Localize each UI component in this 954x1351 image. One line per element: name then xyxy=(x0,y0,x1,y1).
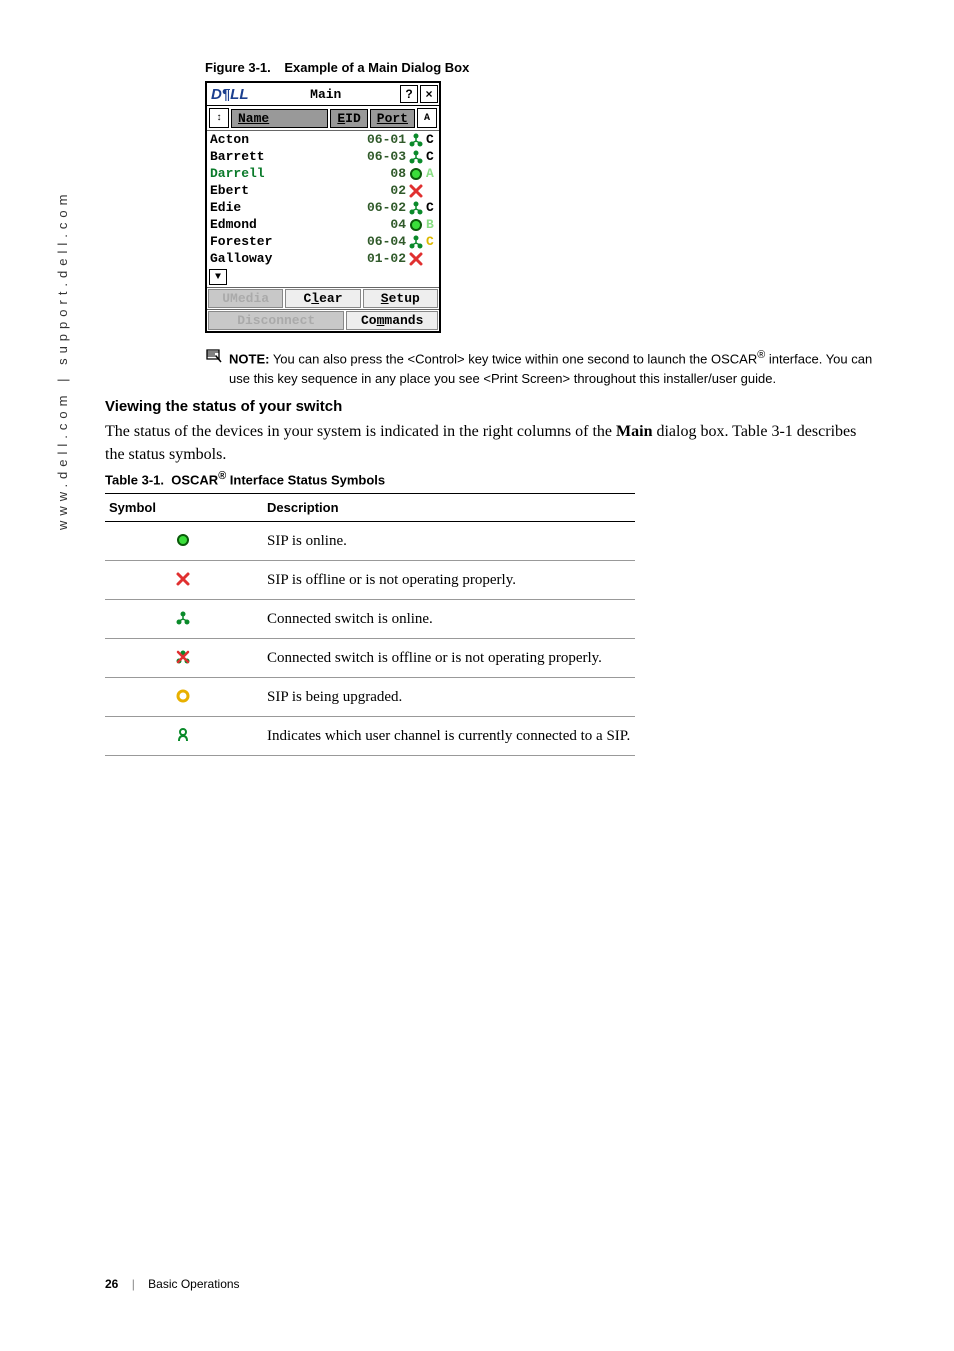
channel-letter: C xyxy=(426,132,436,147)
status-icon xyxy=(406,217,426,233)
side-url: www.dell.com | support.dell.com xyxy=(55,190,70,530)
col-description: Description xyxy=(263,494,635,522)
symbol-cell xyxy=(105,561,263,600)
server-name: Darrell xyxy=(210,166,358,181)
server-port: 06-04 xyxy=(358,234,406,249)
server-port: 06-01 xyxy=(358,132,406,147)
symbol-cell xyxy=(105,600,263,639)
channel-letter: C xyxy=(426,234,436,249)
status-icon xyxy=(406,132,426,148)
status-symbols-table: Symbol Description SIP is online.SIP is … xyxy=(105,493,635,756)
scroll-down-button[interactable]: ▼ xyxy=(209,269,227,285)
note-block: NOTE: You can also press the <Control> k… xyxy=(205,347,874,388)
page-footer: 26 | Basic Operations xyxy=(105,1277,240,1291)
eid-column-button[interactable]: EID xyxy=(330,109,367,128)
clear-button[interactable]: Clear xyxy=(285,289,360,308)
description-cell: SIP is being upgraded. xyxy=(263,678,635,717)
status-icon xyxy=(406,183,426,199)
table-row: Connected switch is offline or is not op… xyxy=(105,639,635,678)
channel-letter: C xyxy=(426,200,436,215)
symbol-cell xyxy=(105,678,263,717)
main-dialog: D¶LL Main ? × ↕ Name EID Port A Acton06-… xyxy=(205,81,441,333)
list-item[interactable]: Galloway01-02 xyxy=(207,250,439,267)
umedia-button: UMedia xyxy=(208,289,283,308)
figure-title: Example of a Main Dialog Box xyxy=(284,60,469,75)
server-name: Edie xyxy=(210,200,358,215)
note-icon xyxy=(205,347,223,365)
footer-separator: | xyxy=(132,1277,135,1291)
status-icon xyxy=(406,251,426,267)
table-row: Connected switch is online. xyxy=(105,600,635,639)
list-item[interactable]: Forester06-04 C xyxy=(207,233,439,250)
name-column-button[interactable]: Name xyxy=(231,109,328,128)
table-row: SIP is offline or is not operating prope… xyxy=(105,561,635,600)
server-name: Barrett xyxy=(210,149,358,164)
server-name: Acton xyxy=(210,132,358,147)
description-cell: SIP is online. xyxy=(263,522,635,561)
list-item[interactable]: Acton06-01 C xyxy=(207,131,439,148)
table-row: SIP is being upgraded. xyxy=(105,678,635,717)
table-row: SIP is online. xyxy=(105,522,635,561)
server-port: 01-02 xyxy=(358,251,406,266)
list-item[interactable]: Edmond04 B xyxy=(207,216,439,233)
port-column-button[interactable]: Port xyxy=(370,109,415,128)
table-row: Indicates which user channel is currentl… xyxy=(105,717,635,756)
description-cell: Connected switch is online. xyxy=(263,600,635,639)
symbol-cell xyxy=(105,522,263,561)
help-button[interactable]: ? xyxy=(400,85,418,103)
list-item[interactable]: Barrett06-03 C xyxy=(207,148,439,165)
description-cell: SIP is offline or is not operating prope… xyxy=(263,561,635,600)
page-number: 26 xyxy=(105,1277,118,1291)
dialog-titlebar: D¶LL Main ? × xyxy=(207,83,439,106)
channel-letter: C xyxy=(426,149,436,164)
list-item[interactable]: Darrell08 A xyxy=(207,165,439,182)
body-paragraph: The status of the devices in your system… xyxy=(105,421,874,466)
channel-letter: A xyxy=(426,166,436,181)
description-cell: Indicates which user channel is currentl… xyxy=(263,717,635,756)
close-button[interactable]: × xyxy=(420,85,438,103)
user-flag-indicator: A xyxy=(417,108,437,128)
server-port: 06-03 xyxy=(358,149,406,164)
server-name: Galloway xyxy=(210,251,358,266)
status-icon xyxy=(406,149,426,165)
server-port: 06-02 xyxy=(358,200,406,215)
server-port: 04 xyxy=(358,217,406,232)
server-port: 02 xyxy=(358,183,406,198)
symbol-cell xyxy=(105,717,263,756)
setup-button[interactable]: Setup xyxy=(363,289,438,308)
server-name: Edmond xyxy=(210,217,358,232)
status-icon xyxy=(406,166,426,182)
dialog-title: Main xyxy=(253,87,400,102)
sort-button[interactable]: ↕ xyxy=(209,108,229,128)
symbol-cell xyxy=(105,639,263,678)
section-heading: Viewing the status of your switch xyxy=(105,398,874,415)
section-name: Basic Operations xyxy=(148,1277,239,1291)
col-symbol: Symbol xyxy=(105,494,263,522)
dialog-column-header: ↕ Name EID Port A xyxy=(207,106,439,131)
figure-number: Figure 3-1. xyxy=(205,60,271,75)
list-item[interactable]: Ebert02 xyxy=(207,182,439,199)
server-port: 08 xyxy=(358,166,406,181)
server-list: Acton06-01CBarrett06-03CDarrell08AEbert0… xyxy=(207,131,439,267)
commands-button[interactable]: Commands xyxy=(346,311,438,330)
server-name: Ebert xyxy=(210,183,358,198)
status-icon xyxy=(406,200,426,216)
figure-caption: Figure 3-1. Example of a Main Dialog Box xyxy=(205,60,874,75)
dell-logo: D¶LL xyxy=(207,86,253,103)
description-cell: Connected switch is offline or is not op… xyxy=(263,639,635,678)
status-icon xyxy=(406,234,426,250)
channel-letter: B xyxy=(426,217,436,232)
list-item[interactable]: Edie06-02 C xyxy=(207,199,439,216)
server-name: Forester xyxy=(210,234,358,249)
disconnect-button: Disconnect xyxy=(208,311,344,330)
table-caption: Table 3-1. OSCAR® Interface Status Symbo… xyxy=(105,470,874,487)
note-text: NOTE: You can also press the <Control> k… xyxy=(229,347,874,388)
